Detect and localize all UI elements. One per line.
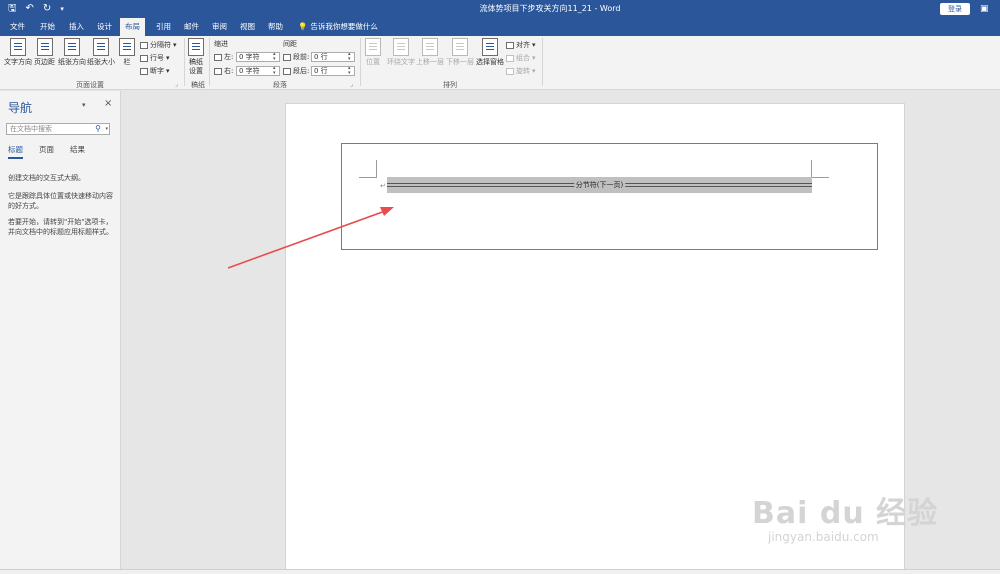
arrow-head — [380, 207, 394, 216]
arrow-shaft — [227, 210, 386, 269]
status-bar — [0, 569, 1000, 574]
baidu-jingyan-watermark: Bai du 经验 jingyan.baidu.com — [752, 496, 939, 544]
